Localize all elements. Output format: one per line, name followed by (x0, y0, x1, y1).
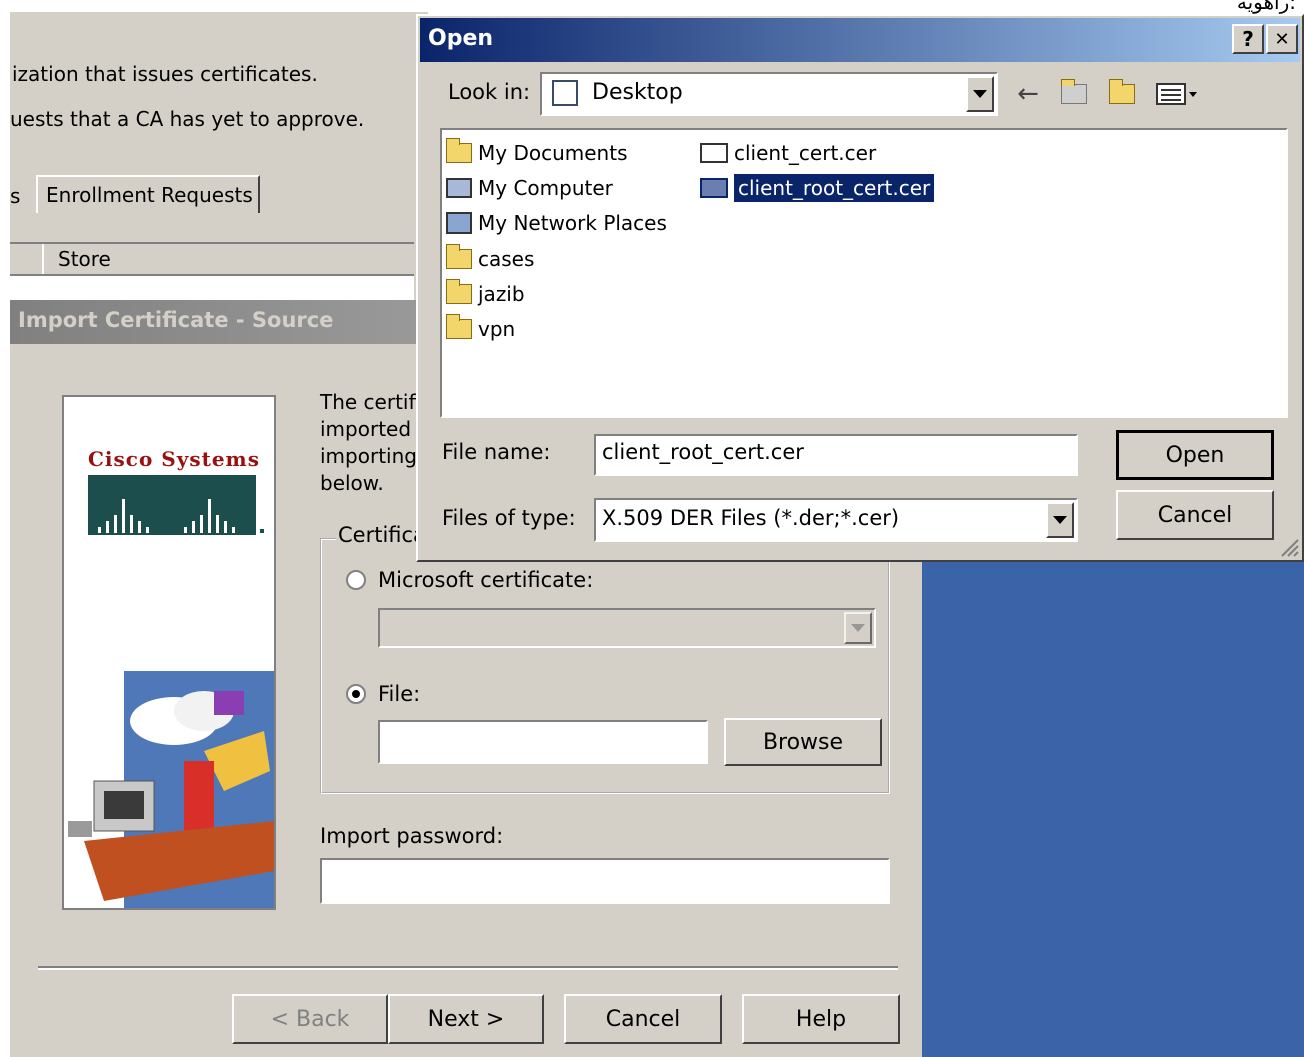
files-of-type-label: Files of type: (442, 506, 576, 530)
intro-line-3: importing i (320, 444, 429, 468)
bg-description-line-2: uests that a CA has yet to approve. (10, 107, 365, 131)
tab-enrollment-requests[interactable]: Enrollment Requests (36, 175, 260, 213)
list-body (10, 276, 414, 300)
list-item-label: My Documents (478, 141, 628, 165)
up-folder-icon[interactable] (1060, 79, 1088, 108)
look-in-arrow-icon[interactable] (966, 76, 994, 112)
browse-button[interactable]: Browse (724, 718, 882, 766)
back-button[interactable]: < Back (232, 994, 388, 1044)
open-dialog-title: Open (428, 26, 494, 51)
back-label: < Back (270, 1006, 350, 1032)
view-menu-icon[interactable] (1156, 80, 1200, 108)
open-label: Open (1165, 442, 1225, 468)
help-question-icon: ? (1242, 27, 1254, 51)
back-arrow-icon[interactable]: ← (1014, 79, 1042, 109)
cisco-bars-logo (88, 475, 264, 535)
radio-file-label: File: (378, 682, 421, 706)
column-store-label: Store (58, 247, 111, 271)
list-item-cases[interactable]: cases (446, 242, 534, 276)
intro-line-1: The certifi (320, 390, 422, 414)
import-password-input[interactable] (320, 858, 890, 904)
network-places-icon (446, 212, 472, 234)
close-button[interactable]: ✕ (1266, 24, 1298, 54)
list-item-vpn[interactable]: vpn (446, 312, 515, 346)
my-documents-icon (446, 138, 472, 163)
list-item-my-computer[interactable]: My Computer (446, 171, 613, 205)
tab-enrollment-label: Enrollment Requests (46, 183, 253, 207)
desktop-icon (552, 80, 578, 106)
list-item-label: client_cert.cer (734, 141, 877, 165)
open-dialog: Open ? ✕ Look in: Desktop ← My Documents… (416, 14, 1304, 562)
files-of-type-arrow-icon[interactable] (1046, 502, 1074, 538)
list-item-my-documents[interactable]: My Documents (446, 136, 627, 170)
file-name-input[interactable]: client_root_cert.cer (594, 434, 1078, 476)
cisco-logo-text: Cisco Systems (88, 447, 260, 471)
cisco-logo-panel: Cisco Systems (62, 395, 276, 910)
look-in-label: Look in: (448, 80, 531, 104)
wizard-illustration (68, 671, 274, 908)
list-item-label-selected: client_root_cert.cer (734, 174, 935, 202)
browse-label: Browse (762, 729, 844, 755)
import-password-label: Import password: (320, 824, 504, 848)
bg-description-line-1: ization that issues certificates. (12, 62, 318, 86)
look-in-dropdown[interactable]: Desktop (540, 72, 998, 116)
background-window: ization that issues certificates. uests … (8, 10, 428, 310)
wizard-title: Import Certificate - Source (18, 308, 334, 332)
list-item-label: vpn (478, 317, 516, 341)
resize-grip-icon[interactable] (1278, 536, 1300, 558)
button-separator (38, 966, 898, 970)
radio-file[interactable] (346, 684, 366, 704)
certificate-icon (700, 178, 728, 198)
radio-microsoft-label: Microsoft certificate: (378, 568, 594, 592)
list-item-label: cases (478, 247, 535, 271)
dropdown-arrow-icon[interactable] (844, 612, 872, 644)
open-cancel-label: Cancel (1157, 502, 1233, 528)
list-item-my-network-places[interactable]: My Network Places (446, 206, 667, 240)
file-list[interactable]: My Documents My Computer My Network Plac… (440, 128, 1288, 418)
help-title-button[interactable]: ? (1232, 24, 1264, 54)
list-item-label: jazib (478, 282, 525, 306)
look-in-value: Desktop (592, 80, 683, 105)
top-right-text: راهویه: (1236, 0, 1296, 14)
file-name-label: File name: (442, 440, 551, 464)
desktop-background (922, 560, 1304, 1057)
close-icon: ✕ (1274, 28, 1290, 50)
help-button[interactable]: Help (742, 994, 900, 1044)
files-of-type-dropdown[interactable]: X.509 DER Files (*.der;*.cer) (594, 498, 1078, 542)
folder-icon (446, 314, 472, 339)
group-label: Certifica (336, 523, 428, 547)
my-computer-icon (446, 178, 472, 198)
help-label: Help (795, 1006, 847, 1032)
folder-icon (446, 279, 472, 304)
files-of-type-value: X.509 DER Files (*.der;*.cer) (602, 506, 900, 530)
microsoft-certificate-select[interactable] (378, 608, 876, 648)
list-header: Store (10, 242, 414, 276)
intro-line-4: below. (320, 471, 384, 495)
list-item-client-cert[interactable]: client_cert.cer (700, 136, 876, 170)
tab-partial[interactable]: s (10, 184, 20, 208)
certificate-icon (700, 143, 728, 163)
list-item-label: My Network Places (478, 211, 667, 235)
next-label: Next > (427, 1006, 505, 1032)
radio-microsoft-certificate[interactable] (346, 570, 366, 590)
new-folder-icon[interactable] (1108, 79, 1136, 108)
file-path-input[interactable] (378, 720, 708, 764)
list-item-client-root-cert[interactable]: client_root_cert.cer (700, 171, 935, 205)
column-header-store[interactable]: Store (42, 244, 410, 274)
next-button[interactable]: Next > (388, 994, 544, 1044)
open-cancel-button[interactable]: Cancel (1116, 490, 1274, 540)
open-title-bar: Open ? ✕ (420, 18, 1300, 62)
folder-icon (446, 244, 472, 269)
list-item-label: My Computer (478, 176, 613, 200)
open-button[interactable]: Open (1116, 430, 1274, 480)
wizard-cancel-label: Cancel (605, 1006, 681, 1032)
list-item-jazib[interactable]: jazib (446, 277, 525, 311)
wizard-cancel-button[interactable]: Cancel (564, 994, 722, 1044)
